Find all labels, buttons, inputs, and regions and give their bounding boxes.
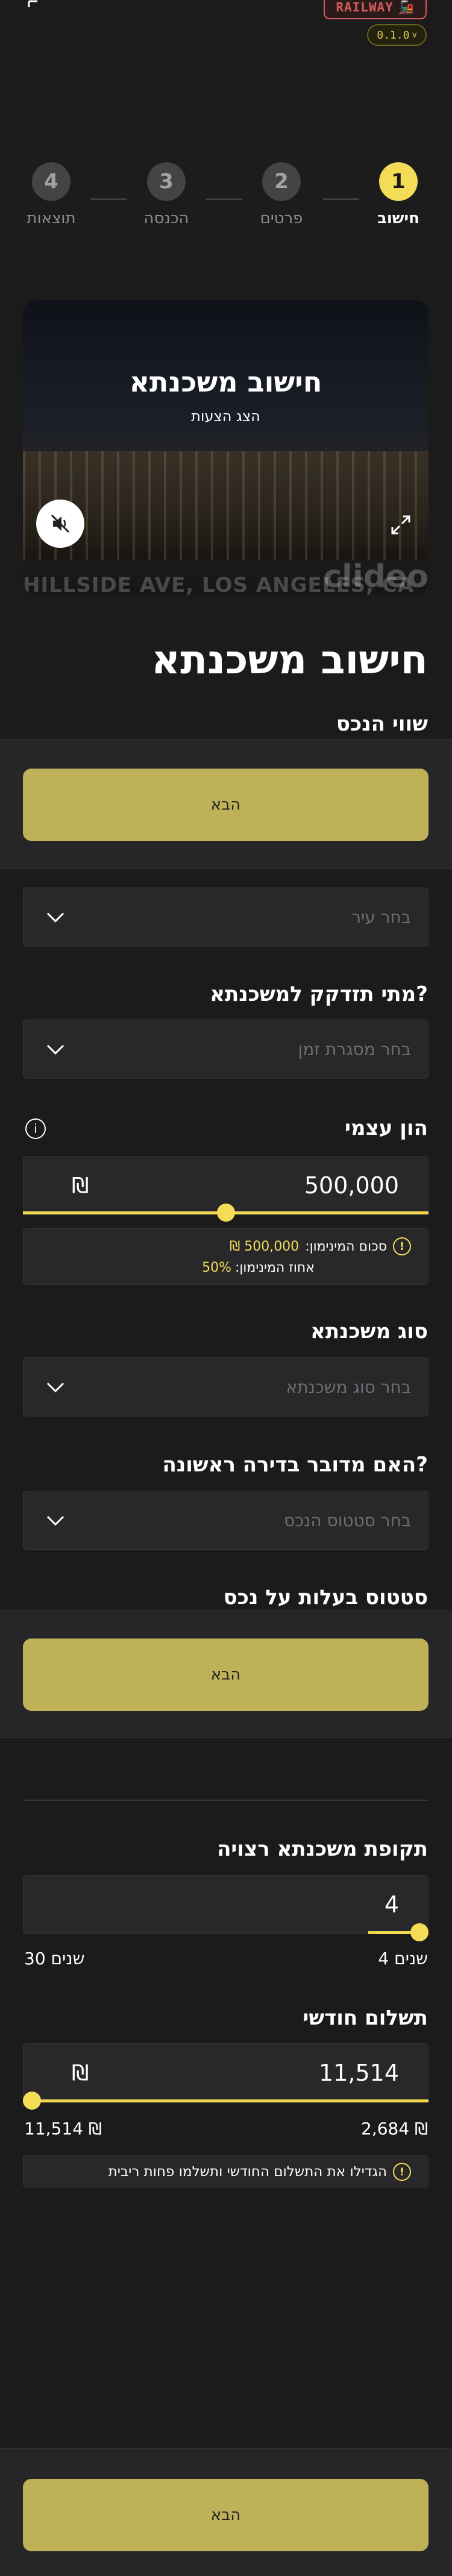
currency-symbol: ₪ xyxy=(72,2060,89,2086)
section-divider xyxy=(23,1800,428,1801)
monthly-slider-track[interactable] xyxy=(23,2099,428,2102)
back-arrow-icon[interactable] xyxy=(24,0,48,21)
period-min-label: 4 שנים xyxy=(378,1949,428,1968)
period-value: 4 xyxy=(384,1891,399,1918)
chevron-down-icon xyxy=(46,912,64,923)
property-value-label: שווי הנכס xyxy=(336,712,428,736)
sticky-footer: הבא xyxy=(0,1610,452,1738)
monthly-payment-value: 11,514 xyxy=(319,2060,399,2086)
info-icon: ! xyxy=(393,2163,411,2181)
monthly-max-label: 11,514 ₪ xyxy=(24,2119,102,2139)
chevron-down-icon xyxy=(46,1515,64,1526)
step-number: 4 xyxy=(32,162,71,201)
info-icon: ! xyxy=(393,1237,411,1255)
period-input[interactable]: 4 xyxy=(23,1875,428,1934)
expand-icon xyxy=(391,515,410,535)
period-max-label: 30 שנים xyxy=(24,1949,85,1968)
step-1[interactable]: 1 חישוב xyxy=(365,162,432,227)
train-icon: 🚂 xyxy=(398,0,415,14)
chevron-down-icon xyxy=(46,1044,64,1055)
mute-button[interactable] xyxy=(36,500,84,548)
fullscreen-button[interactable] xyxy=(388,512,414,538)
city-select[interactable]: בחר עיר xyxy=(23,887,428,947)
monthly-min-label: 2,684 ₪ xyxy=(360,2119,428,2139)
period-slider-thumb[interactable] xyxy=(410,1923,428,1941)
version-badge[interactable]: 0.1.0 v xyxy=(367,24,427,46)
railway-badge[interactable]: RAILWAY 🚂 xyxy=(324,0,427,19)
ownership-status-label: סטטוס בעלות על נכס xyxy=(223,1585,428,1610)
top-bar xyxy=(0,0,452,145)
period-label: תקופת משכנתא רצויה xyxy=(217,1837,428,1861)
equity-value: 500,000 xyxy=(304,1172,399,1199)
currency-symbol: ₪ xyxy=(72,1173,89,1198)
sticky-footer: הבא xyxy=(0,739,452,869)
sticky-footer: הבא xyxy=(0,2448,452,2576)
step-number: 3 xyxy=(147,162,186,201)
first-apartment-select[interactable]: בחר סטטוס הנכס xyxy=(23,1491,428,1550)
step-number: 2 xyxy=(262,162,301,201)
first-apartment-label: האם מדובר בדירה ראשונה? xyxy=(162,1453,428,1477)
mortgage-type-label: סוג משכנתא xyxy=(310,1319,428,1344)
step-label: הכנסה xyxy=(143,209,189,227)
min-amount-text: סכום המינימון: xyxy=(305,1239,387,1254)
video-subtitle: הצג הצעות xyxy=(191,408,260,425)
version-label: 0.1.0 xyxy=(377,28,410,42)
monthly-payment-label: תשלום חודשי xyxy=(303,2006,428,2030)
step-2[interactable]: 2 פרטים xyxy=(248,162,315,227)
page-title: חישוב משכנתא xyxy=(151,636,428,683)
step-connector xyxy=(90,198,127,200)
video-watermark-brand: clideo xyxy=(323,559,428,595)
step-3[interactable]: 3 הכנסה xyxy=(133,162,199,227)
min-percent-row: אחוז המינימון: 50% xyxy=(202,1260,315,1275)
step-4[interactable]: 4 תוצאות xyxy=(18,162,84,227)
equity-slider-thumb[interactable] xyxy=(216,1204,235,1222)
min-amount-value: 500,000 ₪ xyxy=(229,1239,300,1254)
step-label: חישוב xyxy=(377,209,419,227)
speaker-muted-icon xyxy=(51,514,70,533)
monthly-slider-thumb[interactable] xyxy=(23,2092,41,2110)
equity-label: הון עצמי xyxy=(345,1116,428,1140)
min-percent-value: 50% xyxy=(202,1260,231,1275)
step-connector xyxy=(323,198,359,200)
chevron-down-icon xyxy=(46,1382,64,1393)
mortgage-type-placeholder: בחר סוג משכנתא xyxy=(286,1377,411,1397)
tip-row: ! הגדילו את התשלום החודשי ותשלמו פחות רי… xyxy=(108,2163,411,2181)
min-percent-text: אחוז המינימון: xyxy=(235,1260,315,1275)
railway-label: RAILWAY xyxy=(336,0,394,14)
timeframe-label: מתי תזדקק למשכנתא? xyxy=(210,982,428,1006)
monthly-tip-text: הגדילו את התשלום החודשי ותשלמו פחות ריבי… xyxy=(108,2164,387,2180)
next-button[interactable]: הבא xyxy=(23,2479,428,2551)
first-apartment-placeholder: בחר סטטוס הנכס xyxy=(284,1510,411,1531)
min-amount-row: ! סכום המינימון: 500,000 ₪ xyxy=(230,1237,411,1255)
next-button[interactable]: הבא xyxy=(23,1639,428,1711)
step-label: פרטים xyxy=(260,209,303,227)
mortgage-type-select[interactable]: בחר סוג משכנתא xyxy=(23,1357,428,1416)
promo-video[interactable]: חישוב משכנתא הצג הצעות HILLSIDE AVE, LOS… xyxy=(23,300,428,595)
timeframe-select-placeholder: בחר מסגרת זמן xyxy=(298,1039,411,1059)
step-connector xyxy=(206,198,242,200)
stepper: 1 חישוב 2 פרטים 3 הכנסה 4 תוצאות xyxy=(0,145,452,235)
step-number: 1 xyxy=(379,162,418,201)
city-select-placeholder: בחר עיר xyxy=(351,907,411,927)
info-icon[interactable]: i xyxy=(25,1118,46,1139)
equity-info-box: ! סכום המינימון: 500,000 ₪ אחוז המינימון… xyxy=(23,1228,428,1285)
timeframe-select[interactable]: בחר מסגרת זמן xyxy=(23,1020,428,1079)
step-label: תוצאות xyxy=(27,209,76,227)
next-button[interactable]: הבא xyxy=(23,769,428,841)
monthly-tip-box: ! הגדילו את התשלום החודשי ותשלמו פחות רי… xyxy=(23,2155,428,2187)
video-thumbnail xyxy=(23,451,428,560)
monthly-payment-input[interactable]: ₪ 11,514 xyxy=(23,2043,428,2102)
video-title: חישוב משכנתא xyxy=(129,366,322,398)
chevron-down-icon: v xyxy=(412,30,417,40)
